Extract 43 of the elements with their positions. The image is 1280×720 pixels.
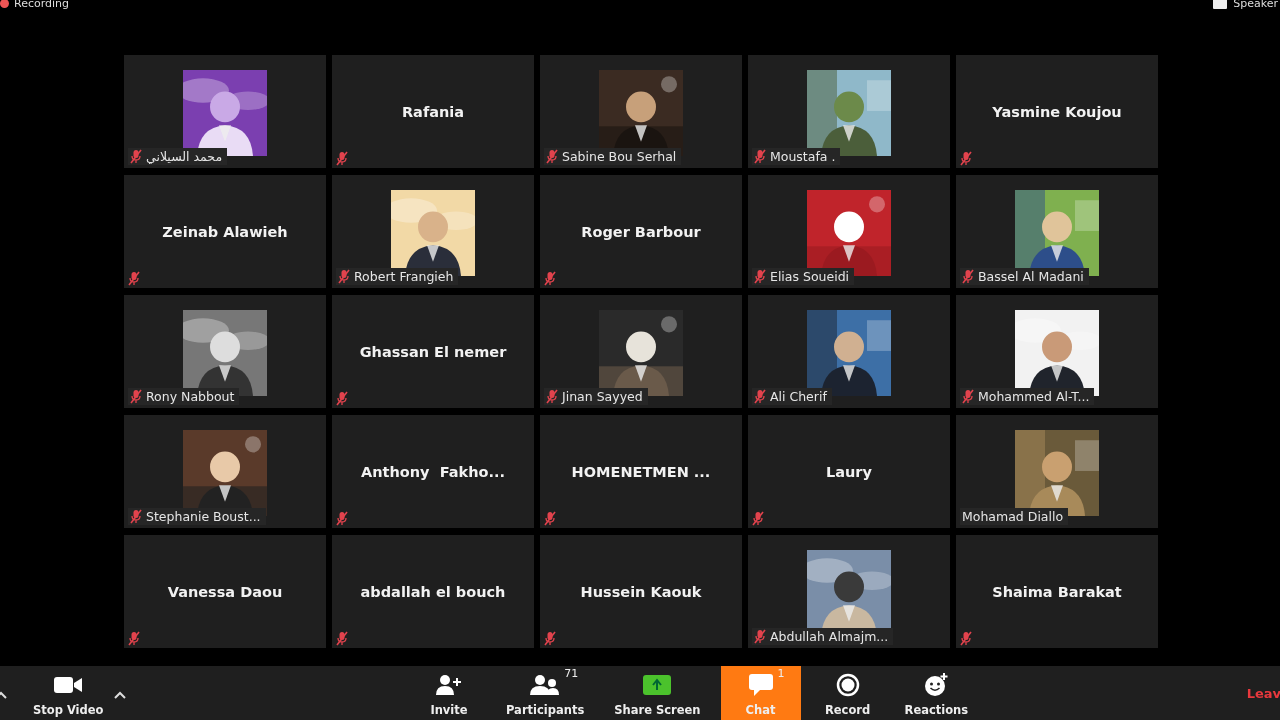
speech-bubble-icon [747, 673, 774, 697]
participant-name: Shaima Barakat [992, 583, 1122, 600]
participant-name: Moustafa . [770, 148, 836, 164]
participant-name: abdallah el bouch [360, 583, 506, 600]
record-button[interactable]: Record [810, 666, 885, 720]
video-camera-icon [53, 676, 84, 694]
caret-up-icon[interactable] [113, 691, 126, 699]
participant-name: Mohammed Al-T... [978, 388, 1090, 404]
people-icon [530, 675, 561, 695]
participant-name: Laury [826, 463, 872, 480]
participant-name: Anthony Fakho... [361, 463, 505, 480]
share-screen-icon [643, 675, 672, 695]
participant-name: Hussein Kaouk [580, 583, 702, 600]
count-label: 1 [777, 667, 785, 680]
participant-name: Sabine Bou Serhal [562, 148, 677, 164]
invite-button[interactable]: Invite [412, 666, 486, 720]
participant-name: Bassel Al Madani [978, 268, 1084, 284]
record-icon [835, 673, 860, 697]
participant-name: Ali Cherif [770, 388, 827, 404]
participant-name: محمد السيلاني [146, 148, 223, 164]
participant-name: Zeinab Alawieh [162, 223, 288, 240]
participant-name: Elias Soueidi [770, 268, 850, 284]
participant-name: Yasmine Koujou [992, 103, 1122, 120]
participant-name: Jinan Sayyed [562, 388, 643, 404]
count-label: 71 [564, 667, 579, 680]
reactions-button[interactable]: Reactions [894, 666, 979, 720]
add-person-icon [435, 674, 463, 696]
participant-name: HOMENETMEN ... [571, 463, 711, 480]
participant-name: Abdullah Almajm... [770, 628, 889, 644]
leave-button[interactable]: Leav [1246, 685, 1280, 701]
participant-name: Robert Frangieh [354, 268, 454, 284]
participant-name: Rafania [401, 103, 465, 120]
share-button[interactable]: Share Screen [604, 666, 711, 720]
video-button[interactable]: Stop Video [23, 666, 114, 720]
participant-name: Mohamad Diallo [962, 508, 1064, 524]
smiley-plus-icon [924, 673, 949, 697]
participants-button[interactable]: 71 Participants [496, 666, 595, 720]
window-icon [1213, 0, 1228, 9]
participant-name: Stephanie Boust... [146, 508, 261, 524]
participant-name: Roger Barbour [581, 223, 701, 240]
participant-name: Ghassan El nemer [359, 343, 507, 360]
participant-name: Vanessa Daou [167, 583, 283, 600]
participant-name: Rony Nabbout [146, 388, 235, 404]
